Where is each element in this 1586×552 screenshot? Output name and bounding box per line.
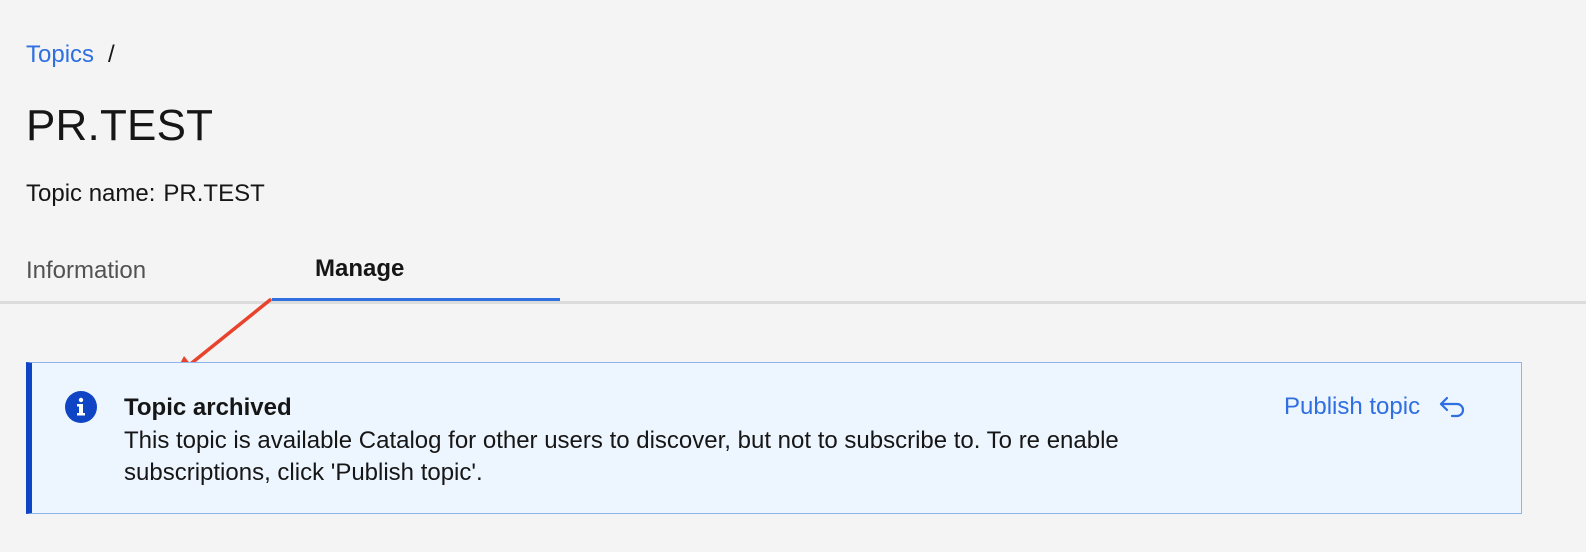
topic-name-value: PR.TEST <box>163 180 265 207</box>
topic-name-line: Topic name: PR.TEST <box>26 178 265 210</box>
publish-topic-button[interactable]: Publish topic <box>1284 391 1466 423</box>
topic-archived-notification: Topic archived This topic is available C… <box>26 362 1522 514</box>
page-title: PR.TEST <box>26 101 214 150</box>
notification-body: This topic is available Catalog for othe… <box>124 427 1119 486</box>
undo-arrow-icon <box>1439 396 1465 418</box>
publish-topic-label: Publish topic <box>1284 393 1421 420</box>
topic-name-label: Topic name: <box>26 180 156 207</box>
notification-title: Topic archived <box>124 394 292 421</box>
breadcrumb-topics-link[interactable]: Topics <box>26 40 94 70</box>
tab-information[interactable]: Information <box>26 240 146 301</box>
breadcrumb: Topics / <box>26 40 115 70</box>
tab-manage[interactable]: Manage <box>272 240 560 301</box>
breadcrumb-separator: / <box>108 41 115 68</box>
info-icon <box>65 391 97 423</box>
tab-list: Information Manage <box>0 240 1586 304</box>
